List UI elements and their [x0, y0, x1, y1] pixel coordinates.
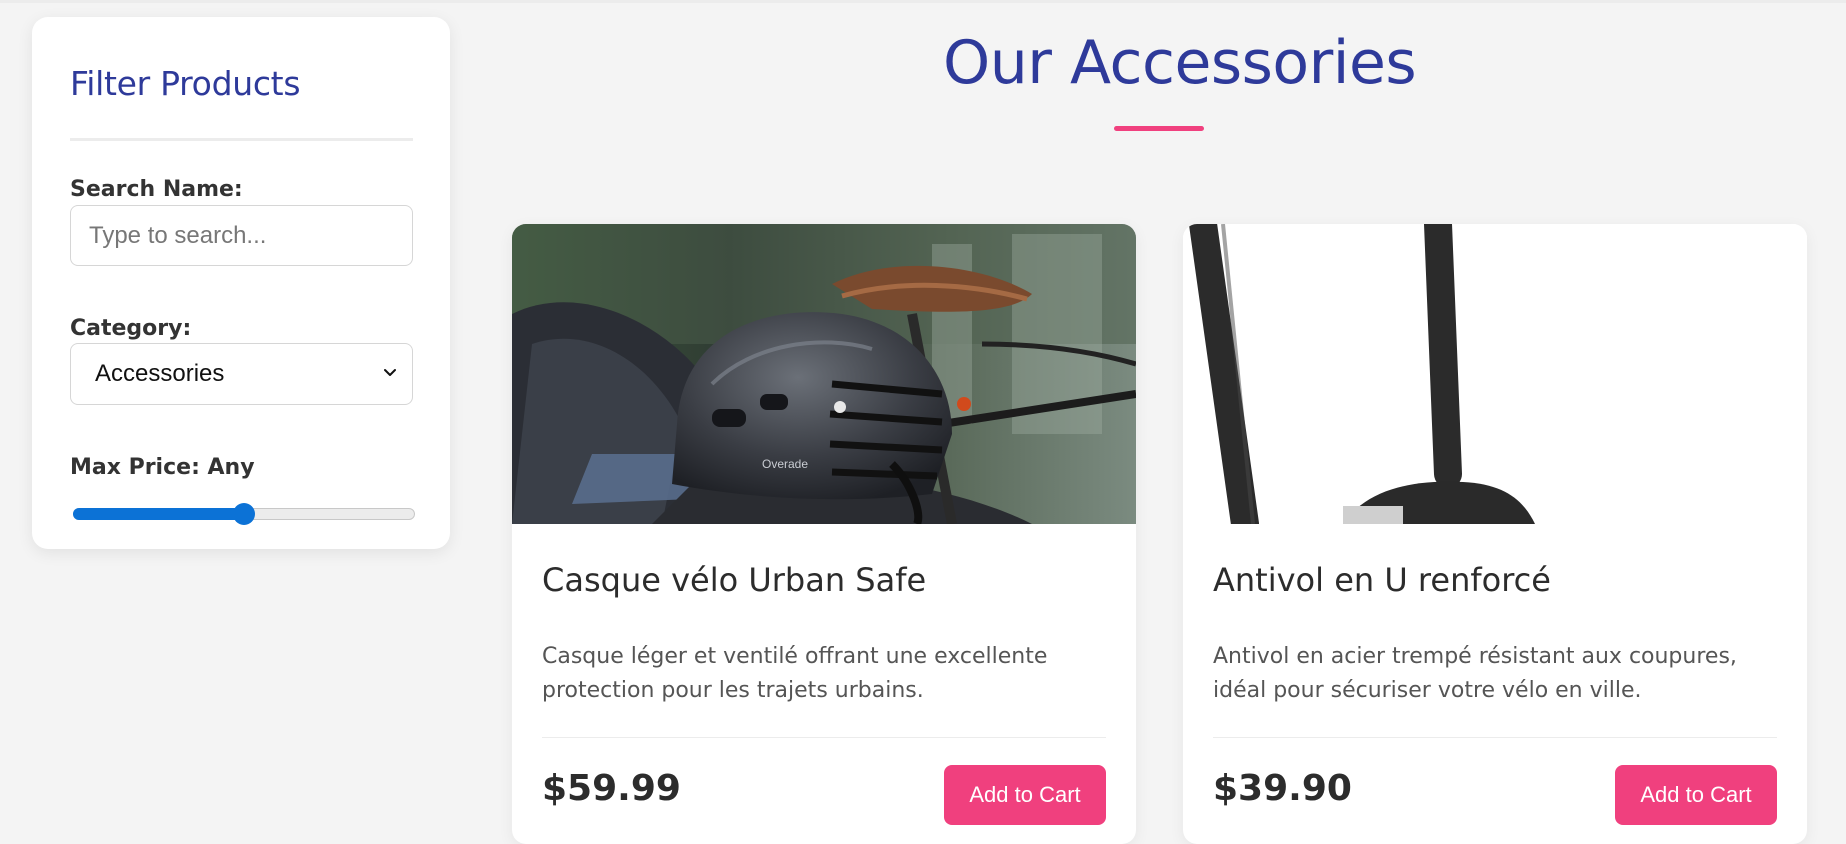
- chevron-down-icon: [384, 369, 396, 376]
- title-underline: [1114, 126, 1204, 131]
- filter-sidebar: Filter Products Search Name: Category: A…: [32, 17, 450, 549]
- search-input[interactable]: [70, 205, 413, 266]
- card-divider: [542, 737, 1106, 738]
- helmet-photo-icon: Overade: [512, 224, 1136, 524]
- product-price: $59.99: [542, 768, 681, 809]
- filter-divider: [70, 138, 413, 141]
- product-name: Antivol en U renforcé: [1213, 561, 1551, 599]
- add-to-cart-button[interactable]: Add to Cart: [1615, 765, 1777, 825]
- max-price-label: Max Price: Any: [70, 455, 255, 480]
- product-price: $39.90: [1213, 768, 1352, 809]
- search-label: Search Name:: [70, 177, 243, 202]
- top-border: [0, 0, 1846, 3]
- product-card: Antivol en U renforcé Antivol en acier t…: [1183, 224, 1807, 844]
- category-label: Category:: [70, 316, 192, 341]
- max-price-slider[interactable]: [73, 497, 415, 531]
- u-lock-photo-icon: [1183, 224, 1807, 524]
- card-divider: [1213, 737, 1777, 738]
- product-card: Overade Casque vélo Urban Safe Casque lé…: [512, 224, 1136, 844]
- svg-text:Overade: Overade: [762, 457, 808, 471]
- add-to-cart-button[interactable]: Add to Cart: [944, 765, 1106, 825]
- page-title: Our Accessories: [943, 28, 1417, 98]
- product-description: Antivol en acier trempé résistant aux co…: [1213, 644, 1737, 703]
- category-selected-value: Accessories: [95, 360, 225, 387]
- product-description: Casque léger et ventilé offrant une exce…: [542, 644, 1048, 703]
- slider-thumb[interactable]: [233, 503, 255, 525]
- product-name: Casque vélo Urban Safe: [542, 561, 927, 599]
- filter-title: Filter Products: [70, 64, 301, 103]
- category-select[interactable]: Accessories: [70, 343, 413, 405]
- slider-fill: [73, 508, 244, 520]
